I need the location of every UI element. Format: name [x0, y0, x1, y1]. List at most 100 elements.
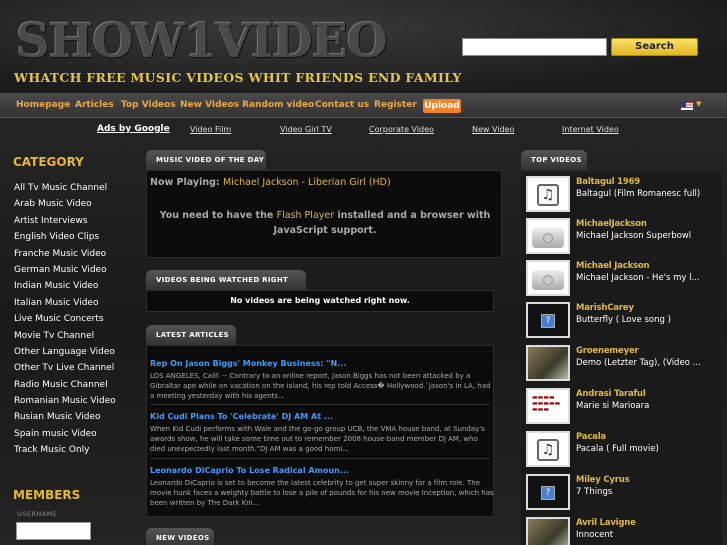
- video-thumbnail[interactable]: ?: [526, 474, 570, 510]
- category-item[interactable]: Artist Interviews: [14, 216, 116, 232]
- ad-link[interactable]: Internet Video: [562, 125, 619, 134]
- article-item: Kid Cudi Plans To 'Celebrate' DJ AM At .…: [150, 412, 494, 454]
- ad-link[interactable]: Video Film: [190, 125, 231, 134]
- main-nav: Homepage Articles Top Videos New Videos …: [0, 93, 727, 118]
- username-input[interactable]: [16, 522, 91, 540]
- video-thumbnail[interactable]: [526, 218, 570, 254]
- top-video-item[interactable]: MichaelJackson Michael Jackson Superbowl: [524, 216, 719, 256]
- question-icon: ?: [541, 314, 555, 328]
- video-uploader[interactable]: Avril Lavigne: [576, 518, 636, 528]
- video-title[interactable]: 7 Things: [576, 487, 719, 497]
- nav-contact-us[interactable]: Contact us: [315, 100, 369, 110]
- us-flag-icon[interactable]: [681, 102, 693, 110]
- music-note-icon: ♫: [537, 184, 559, 206]
- article-title[interactable]: Rep On Jason Biggs' Monkey Business: "N.…: [150, 359, 494, 368]
- top-videos-heading: TOP VIDEOS: [521, 150, 587, 170]
- video-thumbnail[interactable]: [526, 260, 570, 296]
- video-uploader[interactable]: Baltagul 1969: [576, 177, 640, 187]
- category-item[interactable]: Rusian Music Video: [14, 412, 116, 428]
- nav-register[interactable]: Register: [374, 100, 417, 110]
- music-note-icon: ♫: [537, 439, 559, 461]
- category-item[interactable]: All Tv Music Channel: [14, 183, 116, 199]
- video-uploader[interactable]: MarishCarey: [576, 303, 634, 313]
- now-playing-value[interactable]: Michael Jackson - Liberian Girl (HD): [223, 177, 391, 188]
- divider: [150, 404, 490, 405]
- video-uploader[interactable]: Michael Jackson: [576, 261, 650, 271]
- video-title[interactable]: Demo (Letzter Tag), (Video ...: [576, 358, 719, 368]
- top-video-item[interactable]: Michael Jackson Michael Jackson - He's m…: [524, 258, 719, 298]
- video-title[interactable]: Baltagul (Film Romanesc full): [576, 189, 719, 199]
- article-item: Rep On Jason Biggs' Monkey Business: "N.…: [150, 359, 494, 401]
- video-thumbnail[interactable]: ♫: [526, 431, 570, 467]
- ad-link[interactable]: Corporate Video: [369, 125, 434, 134]
- top-video-item[interactable]: ♫ Pacala Pacala ( Full movie): [524, 429, 719, 469]
- video-title[interactable]: Butterfly ( Love song ): [576, 315, 719, 325]
- video-uploader[interactable]: Pacala: [576, 432, 606, 442]
- video-thumbnail[interactable]: [526, 517, 570, 545]
- video-title[interactable]: Marie si Marioara: [576, 401, 719, 411]
- top-video-item[interactable]: ? Miley Cyrus 7 Things: [524, 472, 719, 512]
- category-item[interactable]: Live Music Concerts: [14, 314, 116, 330]
- ad-link[interactable]: Video Girl TV: [280, 125, 332, 134]
- category-list: All Tv Music Channel Arab Music Video Ar…: [14, 183, 116, 462]
- top-video-item[interactable]: Avril Lavigne Innocent: [524, 515, 719, 545]
- top-video-item[interactable]: ♫ Baltagul 1969 Baltagul (Film Romanesc …: [524, 174, 719, 214]
- category-item[interactable]: Franche Music Video: [14, 249, 116, 265]
- category-item[interactable]: Other Tv Live Channel: [14, 363, 116, 379]
- nav-random-video[interactable]: Random video: [242, 100, 314, 110]
- video-camera-icon: [532, 270, 564, 290]
- ad-link[interactable]: New Video: [472, 125, 514, 134]
- video-thumbnail[interactable]: [526, 345, 570, 381]
- category-item[interactable]: Track Music Only: [14, 445, 116, 461]
- flash-message: You need to have the Flash Player instal…: [155, 208, 495, 238]
- video-of-day-heading: MUSIC VIDEO OF THE DAY: [146, 150, 266, 170]
- category-item[interactable]: English Video Clips: [14, 232, 116, 248]
- video-title[interactable]: Innocent: [576, 530, 719, 540]
- article-title[interactable]: Leonardo DiCaprio To Lose Radical Amoun.…: [150, 466, 494, 475]
- video-title[interactable]: Pacala ( Full movie): [576, 444, 719, 454]
- top-video-item[interactable]: ▬▬▬▬ ▬▬▬▬▬ ▬▬▬ Andrasi Taraful Marie si Ma…: [524, 386, 719, 426]
- video-thumbnail[interactable]: ♫: [526, 176, 570, 212]
- search-input[interactable]: [462, 38, 607, 56]
- video-uploader[interactable]: Groenemeyer: [576, 346, 639, 356]
- search-button[interactable]: Search: [611, 38, 698, 56]
- site-logo[interactable]: SHOW1VIDEO: [16, 14, 388, 69]
- chevron-down-icon[interactable]: ▼: [696, 100, 701, 108]
- top-video-item[interactable]: ? MarishCarey Butterfly ( Love song ): [524, 300, 719, 340]
- video-title[interactable]: Michael Jackson Superbowl: [576, 231, 719, 241]
- category-item[interactable]: Romanian Music Video: [14, 396, 116, 412]
- category-item[interactable]: Movie Tv Channel: [14, 331, 116, 347]
- article-item: Leonardo DiCaprio To Lose Radical Amoun.…: [150, 466, 494, 508]
- category-item[interactable]: Italian Music Video: [14, 298, 116, 314]
- article-body: Leonardo DiCaprio is set to become the l…: [150, 479, 494, 507]
- category-item[interactable]: German Music Video: [14, 265, 116, 281]
- header: SHOW1VIDEO WHATCH FREE MUSIC VIDEOS WHIT…: [0, 0, 727, 93]
- scene-icon: [528, 347, 568, 379]
- top-video-item[interactable]: Groenemeyer Demo (Letzter Tag), (Video .…: [524, 343, 719, 383]
- video-uploader[interactable]: Miley Cyrus: [576, 475, 630, 485]
- category-item[interactable]: Other Language Video: [14, 347, 116, 363]
- video-uploader[interactable]: MichaelJackson: [576, 219, 647, 229]
- category-item[interactable]: Arab Music Video: [14, 199, 116, 215]
- upload-button[interactable]: Upload: [423, 99, 461, 113]
- text-icon: ▬▬▬▬ ▬▬▬▬▬ ▬▬▬: [532, 394, 561, 413]
- video-camera-icon: [532, 228, 564, 248]
- nav-new-videos[interactable]: New Videos: [180, 100, 239, 110]
- article-body: When Kid Cudi performs with Wale and the…: [150, 425, 485, 453]
- category-item[interactable]: Indian Music Video: [14, 281, 116, 297]
- flash-player-link[interactable]: Flash Player: [277, 210, 334, 221]
- tagline: WHATCH FREE MUSIC VIDEOS WHIT FRIENDS EN…: [14, 70, 462, 85]
- now-playing-label: Now Playing:: [150, 177, 220, 188]
- nav-top-videos[interactable]: Top Videos: [121, 100, 176, 110]
- video-uploader[interactable]: Andrasi Taraful: [576, 389, 646, 399]
- video-title[interactable]: Michael Jackson - He's my l...: [576, 273, 719, 283]
- category-item[interactable]: Spain music Video: [14, 429, 116, 445]
- watching-heading: VIDEOS BEING WATCHED RIGHT NOW: [146, 270, 306, 304]
- nav-articles[interactable]: Articles: [75, 100, 114, 110]
- video-thumbnail[interactable]: ▬▬▬▬ ▬▬▬▬▬ ▬▬▬: [526, 388, 570, 424]
- nav-homepage[interactable]: Homepage: [16, 100, 70, 110]
- category-item[interactable]: Radio Music Channel: [14, 380, 116, 396]
- video-thumbnail[interactable]: ?: [526, 302, 570, 338]
- ads-by-google-link[interactable]: Ads by Google: [97, 124, 170, 134]
- article-title[interactable]: Kid Cudi Plans To 'Celebrate' DJ AM At .…: [150, 412, 494, 421]
